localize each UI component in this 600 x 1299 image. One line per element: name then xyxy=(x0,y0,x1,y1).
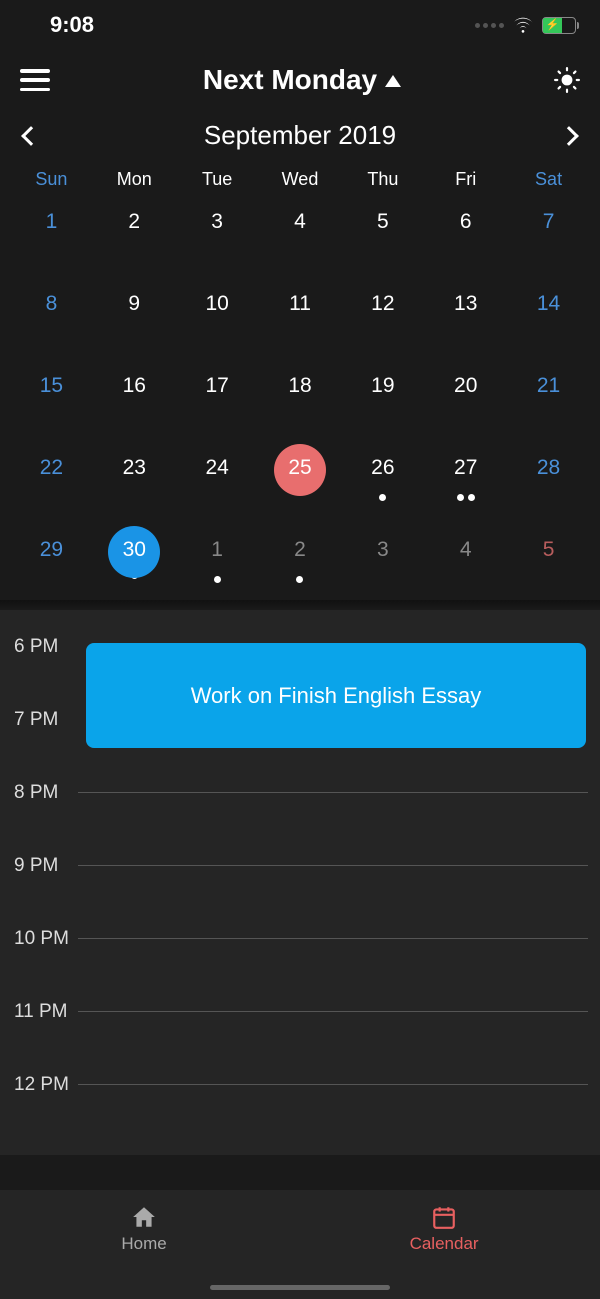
calendar-day[interactable]: 18 xyxy=(259,354,342,436)
hour-line xyxy=(78,792,588,793)
calendar-day[interactable]: 4 xyxy=(259,190,342,272)
weekday-label: Mon xyxy=(93,169,176,190)
cell-dots-icon xyxy=(475,23,504,28)
calendar-day[interactable]: 5 xyxy=(341,190,424,272)
schedule[interactable]: Work on Finish English Essay 6 PM 7 PM 8 P… xyxy=(0,610,600,1155)
weekday-label: Fri xyxy=(424,169,507,190)
home-icon xyxy=(131,1204,157,1230)
calendar-grid: 1234567891011121314151617181920212223242… xyxy=(0,190,600,600)
hour-line xyxy=(78,1011,588,1012)
home-indicator xyxy=(210,1285,390,1290)
calendar-day[interactable]: 28 xyxy=(507,436,590,518)
tab-calendar-label: Calendar xyxy=(410,1234,479,1254)
calendar-day[interactable]: 7 xyxy=(507,190,590,272)
hour-row: 11 PM xyxy=(0,975,588,1048)
calendar-day[interactable]: 3 xyxy=(341,518,424,600)
hour-label: 8 PM xyxy=(0,782,78,804)
hour-label: 7 PM xyxy=(0,709,78,731)
view-selector[interactable]: Next Monday xyxy=(203,64,401,96)
hour-label: 12 PM xyxy=(0,1074,78,1096)
calendar-day[interactable]: 8 xyxy=(10,272,93,354)
calendar-day[interactable]: 19 xyxy=(341,354,424,436)
weekday-label: Sat xyxy=(507,169,590,190)
calendar-day[interactable]: 30 xyxy=(93,518,176,600)
weekday-row: SunMonTueWedThuFriSat xyxy=(0,169,600,190)
calendar-day[interactable]: 16 xyxy=(93,354,176,436)
view-title: Next Monday xyxy=(203,64,377,96)
calendar-day[interactable]: 17 xyxy=(176,354,259,436)
hour-line xyxy=(78,865,588,866)
menu-icon[interactable] xyxy=(20,69,50,91)
calendar-day[interactable]: 29 xyxy=(10,518,93,600)
hour-line xyxy=(78,1084,588,1085)
calendar-day[interactable]: 2 xyxy=(93,190,176,272)
calendar-day[interactable]: 27 xyxy=(424,436,507,518)
hour-row: 12 PM xyxy=(0,1048,588,1121)
calendar-day[interactable]: 2 xyxy=(259,518,342,600)
calendar-day[interactable]: 3 xyxy=(176,190,259,272)
calendar-day[interactable]: 25 xyxy=(259,436,342,518)
hour-row: 9 PM xyxy=(0,829,588,902)
hour-label: 9 PM xyxy=(0,855,78,877)
dropdown-up-icon xyxy=(385,75,401,87)
calendar-day[interactable]: 10 xyxy=(176,272,259,354)
tab-calendar[interactable]: Calendar xyxy=(410,1204,479,1254)
status-right: ⚡ xyxy=(475,16,576,34)
hour-line xyxy=(78,938,588,939)
status-time: 9:08 xyxy=(50,12,94,38)
hour-label: 11 PM xyxy=(0,1001,78,1023)
event-card[interactable]: Work on Finish English Essay xyxy=(86,643,586,748)
calendar-day[interactable]: 6 xyxy=(424,190,507,272)
hour-row: 10 PM xyxy=(0,902,588,975)
calendar-icon xyxy=(431,1204,457,1230)
calendar-day[interactable]: 13 xyxy=(424,272,507,354)
calendar-day[interactable]: 22 xyxy=(10,436,93,518)
calendar-day[interactable]: 1 xyxy=(176,518,259,600)
status-bar: 9:08 ⚡ xyxy=(0,0,600,50)
month-nav: September 2019 xyxy=(0,110,600,169)
calendar-day[interactable]: 20 xyxy=(424,354,507,436)
calendar-day[interactable]: 14 xyxy=(507,272,590,354)
tab-bar: Home Calendar xyxy=(0,1190,600,1299)
hour-row: 8 PM xyxy=(0,756,588,829)
next-month-button[interactable] xyxy=(559,126,579,146)
calendar-day[interactable]: 21 xyxy=(507,354,590,436)
calendar-day[interactable]: 12 xyxy=(341,272,424,354)
calendar-day[interactable]: 5 xyxy=(507,518,590,600)
weekday-label: Thu xyxy=(341,169,424,190)
battery-icon: ⚡ xyxy=(542,17,576,34)
weekday-label: Wed xyxy=(259,169,342,190)
event-title: Work on Finish English Essay xyxy=(191,683,482,709)
calendar-day[interactable]: 23 xyxy=(93,436,176,518)
wifi-icon xyxy=(512,16,534,34)
calendar-day[interactable]: 15 xyxy=(10,354,93,436)
tab-home[interactable]: Home xyxy=(121,1204,166,1254)
calendar-day[interactable]: 11 xyxy=(259,272,342,354)
calendar-day[interactable]: 4 xyxy=(424,518,507,600)
calendar-day[interactable]: 24 xyxy=(176,436,259,518)
calendar-day[interactable]: 1 xyxy=(10,190,93,272)
hour-label: 6 PM xyxy=(0,636,78,658)
calendar-day[interactable]: 9 xyxy=(93,272,176,354)
calendar-day[interactable]: 26 xyxy=(341,436,424,518)
app-header: Next Monday xyxy=(0,50,600,110)
weekday-label: Sun xyxy=(10,169,93,190)
divider xyxy=(0,600,600,610)
month-label: September 2019 xyxy=(204,120,396,151)
theme-icon[interactable] xyxy=(554,67,580,93)
weekday-label: Tue xyxy=(176,169,259,190)
prev-month-button[interactable] xyxy=(21,126,41,146)
hour-label: 10 PM xyxy=(0,928,78,950)
tab-home-label: Home xyxy=(121,1234,166,1254)
